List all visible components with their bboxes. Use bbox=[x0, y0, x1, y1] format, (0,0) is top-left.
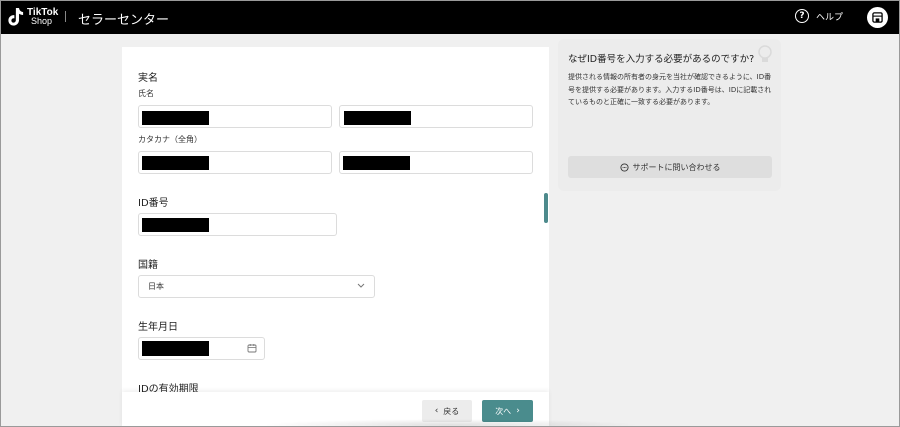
tiktok-shop-logo[interactable]: TikTok Shop bbox=[6, 6, 58, 28]
redaction-block bbox=[142, 156, 209, 170]
app-title: セラーセンター bbox=[78, 13, 170, 28]
header-divider bbox=[65, 11, 66, 22]
calendar-icon[interactable] bbox=[247, 343, 257, 353]
info-card-title: なぜID番号を入力する必要があるのですか? bbox=[568, 54, 755, 65]
scrollbar-thumb[interactable] bbox=[544, 193, 548, 223]
last-name-input[interactable] bbox=[138, 105, 332, 128]
help-button[interactable]: ? ヘルプ bbox=[795, 9, 843, 23]
first-name-input[interactable] bbox=[339, 105, 533, 128]
birthdate-picker[interactable] bbox=[138, 337, 265, 360]
real-name-heading: 実名 bbox=[138, 73, 158, 84]
last-name-katakana-input[interactable] bbox=[138, 151, 332, 174]
name-label: 氏名 bbox=[138, 89, 154, 98]
redaction-block bbox=[142, 218, 209, 232]
store-avatar-button[interactable] bbox=[867, 7, 888, 28]
lightbulb-decoration-icon bbox=[758, 45, 772, 62]
nationality-heading: 国籍 bbox=[138, 260, 158, 271]
next-button-label: 次へ bbox=[495, 406, 512, 416]
birthdate-heading: 生年月日 bbox=[138, 322, 178, 333]
id-number-input[interactable] bbox=[138, 213, 337, 236]
tiktok-note-icon bbox=[8, 8, 24, 26]
top-bar: TikTok Shop セラーセンター ? ヘルプ bbox=[1, 1, 899, 34]
redaction-block bbox=[142, 111, 209, 125]
contact-support-label: サポートに問い合わせる bbox=[632, 162, 721, 172]
redaction-block bbox=[142, 341, 209, 356]
question-circle-icon: ? bbox=[795, 9, 809, 23]
nationality-value: 日本 bbox=[148, 282, 164, 291]
back-button-label: 戻る bbox=[443, 406, 460, 416]
help-label: ヘルプ bbox=[816, 12, 844, 23]
chevron-down-icon bbox=[357, 283, 365, 288]
chat-icon bbox=[619, 162, 629, 172]
bottom-shadow bbox=[261, 419, 641, 426]
logo-text-shop: Shop bbox=[31, 16, 53, 26]
id-info-card: なぜID番号を入力する必要があるのですか? 提供される情報の所有者の身元を当社が… bbox=[558, 39, 781, 191]
chevron-left-icon: ‹ bbox=[434, 406, 439, 416]
katakana-label: カタカナ（全角） bbox=[138, 135, 202, 144]
store-icon bbox=[872, 12, 883, 23]
nationality-select[interactable]: 日本 bbox=[138, 275, 375, 298]
info-card-body: 提供される情報の所有者の身元を当社が確認できるように、ID番号を提供する必要があ… bbox=[568, 73, 772, 106]
redaction-block bbox=[344, 111, 411, 125]
first-name-katakana-input[interactable] bbox=[339, 151, 533, 174]
contact-support-button[interactable]: サポートに問い合わせる bbox=[568, 156, 772, 178]
chevron-right-icon: › bbox=[516, 406, 520, 416]
id-form-panel: 実名 氏名 カタカナ（全角） ID番号 国籍 日本 生年月日 IDの有効期限 bbox=[122, 47, 549, 426]
id-number-heading: ID番号 bbox=[138, 198, 169, 209]
redaction-block bbox=[343, 156, 410, 170]
app-window: TikTok Shop セラーセンター ? ヘルプ 実名 氏名 カタカナ（全角）… bbox=[0, 0, 900, 427]
